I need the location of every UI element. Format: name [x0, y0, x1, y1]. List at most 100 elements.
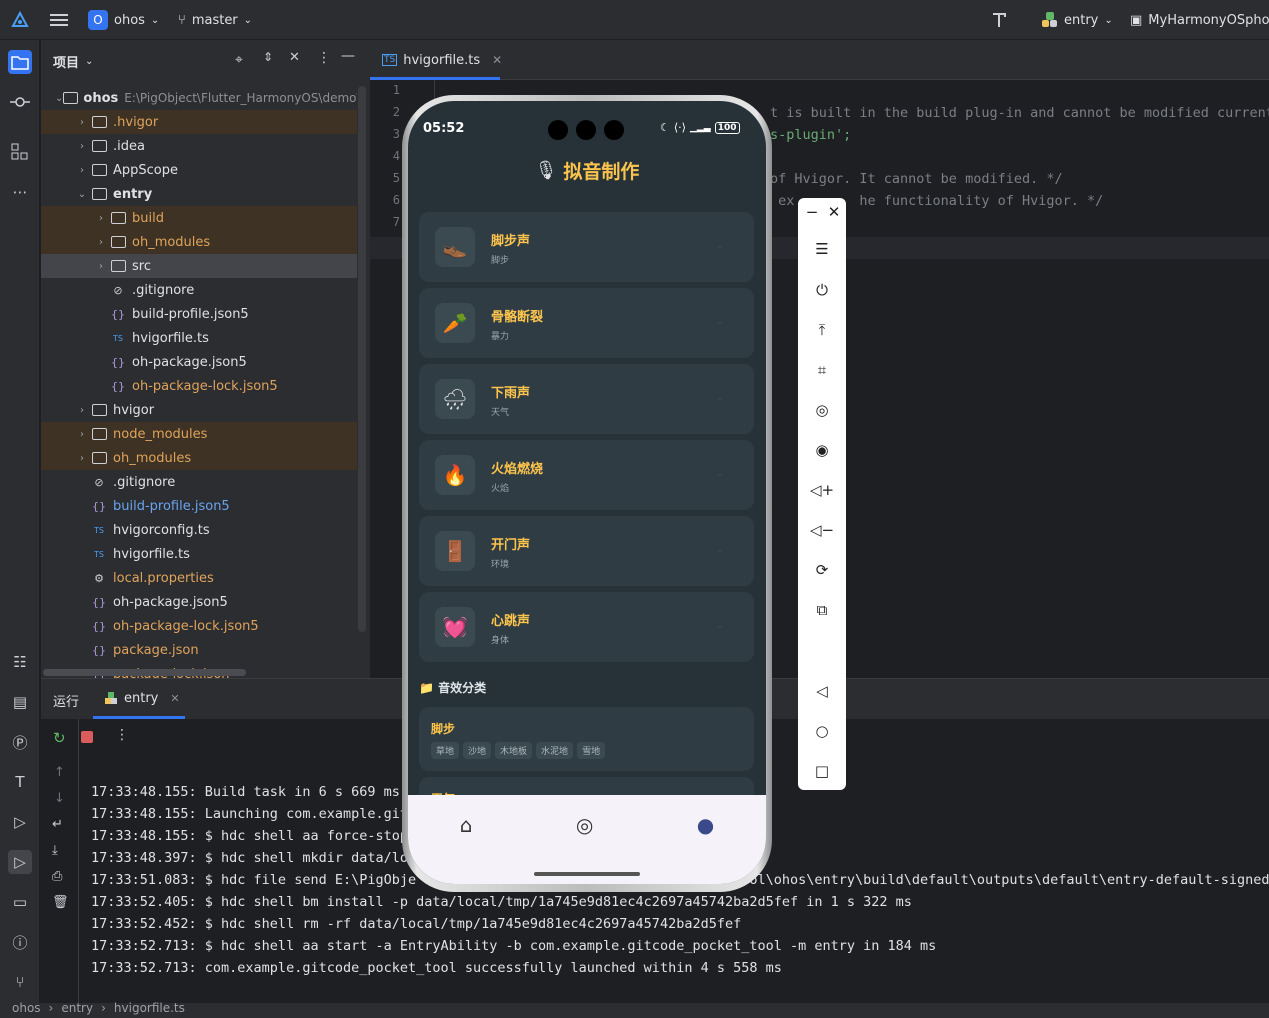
layout-icon[interactable]: ▤ [8, 690, 32, 714]
close-icon[interactable]: ✕ [492, 53, 502, 67]
nav-compass-icon[interactable]: ◎ [576, 813, 593, 837]
tree-item[interactable]: ⊘ .gitignore [41, 470, 357, 494]
tree-item[interactable]: › AppScope [41, 158, 357, 182]
tree-item[interactable]: › hvigor [41, 398, 357, 422]
branch-switcher[interactable]: ⑂ master ⌄ [178, 10, 252, 30]
project-switcher[interactable]: O ohos ⌄ [88, 10, 159, 30]
project-view-selector[interactable]: 项目 ⌄ [53, 52, 93, 71]
tree-item[interactable]: › oh_modules [41, 230, 357, 254]
breadcrumb-item[interactable]: entry [61, 1001, 93, 1015]
fold-icon[interactable]: ⧉ [810, 598, 834, 622]
run-config-selector[interactable]: entry ⌄ [1042, 10, 1113, 30]
run-tool-icon[interactable]: ▷ [8, 850, 32, 874]
stop-icon[interactable] [81, 731, 93, 743]
todo-icon[interactable]: ☷ [8, 650, 32, 674]
chevron-right-icon[interactable]: › [74, 165, 90, 176]
tree-item[interactable]: › build [41, 206, 357, 230]
hide-panel-icon[interactable]: — [341, 48, 355, 64]
breadcrumb-item[interactable]: hvigorfile.ts [114, 1001, 185, 1015]
collapse-all-icon[interactable]: ✕ [289, 50, 300, 65]
sound-card[interactable]: 🔥 火焰燃烧 火焰 ⌄ [419, 440, 754, 510]
upload-icon[interactable]: ⤒ [810, 318, 834, 342]
volume-down-icon[interactable]: ◁− [810, 518, 834, 542]
chevron-down-icon[interactable]: ⌄ [716, 392, 724, 403]
tree-item[interactable]: {} oh-package.json5 [41, 590, 357, 614]
tree-item[interactable]: TS hvigorfile.ts [41, 326, 357, 350]
sound-chip[interactable]: 草地 [431, 742, 460, 759]
volume-up-icon[interactable]: ◁+ [810, 478, 834, 502]
sound-chip[interactable]: 沙地 [463, 742, 492, 759]
services-icon[interactable]: ▷ [8, 810, 32, 834]
options-icon[interactable]: ⋮ [317, 50, 331, 66]
tree-item[interactable]: {} build-profile.json5 [41, 494, 357, 518]
breadcrumb-item[interactable]: ohos [12, 1001, 41, 1015]
tree-item[interactable]: ⚙ local.properties [41, 566, 357, 590]
chevron-right-icon[interactable]: › [74, 117, 90, 128]
project-folder-icon[interactable] [8, 50, 32, 74]
chevron-right-icon[interactable]: › [93, 261, 109, 272]
tree-item[interactable]: › node_modules [41, 422, 357, 446]
power-icon[interactable]: ⏻ [810, 278, 834, 302]
chevron-right-icon[interactable]: › [93, 237, 109, 248]
tree-item[interactable]: › .idea [41, 134, 357, 158]
chevron-right-icon[interactable]: › [74, 141, 90, 152]
sound-chip[interactable]: 木地板 [495, 742, 533, 759]
chevron-down-icon[interactable]: ⌄ [74, 189, 90, 200]
run-tab-entry[interactable]: entry ✕ [105, 691, 180, 706]
phone-screen[interactable]: 05:52 ☾ ⟨·⟩ ▁▂▃ 100 🎙 拟音制作 👞 脚步声 脚步 ⌄ 🥕 骨骼断裂暴… [408, 101, 766, 884]
sound-chip[interactable]: 雪地 [577, 742, 606, 759]
tree-item[interactable]: {} oh-package.json5 [41, 350, 357, 374]
trash-icon[interactable]: 🗑 [52, 895, 69, 910]
device-selector[interactable]: ▣ MyHarmonyOSphor [1130, 10, 1269, 30]
tree-item[interactable]: TS hvigorfile.ts [41, 542, 357, 566]
recents-icon[interactable]: □ [810, 759, 834, 783]
tree-item[interactable]: › .hvigor [41, 110, 357, 134]
build-tool-icon[interactable]: T [8, 770, 32, 794]
sound-card[interactable]: 🥕 骨骼断裂 暴力 ⌄ [419, 288, 754, 358]
category-card[interactable]: 脚步 草地 沙地 木地板 水泥地 雪地 [419, 707, 754, 771]
close-icon[interactable]: ✕ [170, 692, 179, 705]
soft-wrap-icon[interactable]: ↵ [52, 817, 63, 832]
crop-icon[interactable]: ⌗ [810, 358, 834, 382]
profiler-icon[interactable]: Ⓟ [8, 730, 32, 754]
record-icon[interactable]: ◉ [810, 438, 834, 462]
chevron-right-icon[interactable]: › [74, 453, 90, 464]
tree-horizontal-scrollbar[interactable] [43, 669, 246, 676]
rotate-icon[interactable]: ⟳ [810, 558, 834, 582]
locate-icon[interactable]: ⌖ [235, 52, 243, 68]
more-vertical-icon[interactable]: ⋮ [115, 727, 129, 743]
chevron-down-icon[interactable]: ⌄ [716, 240, 724, 251]
screenshot-icon[interactable]: ◎ [810, 398, 834, 422]
editor-tab-hvigorfile[interactable]: TS hvigorfile.ts ✕ [382, 50, 502, 70]
tree-item[interactable]: {} build-profile.json5 [41, 302, 357, 326]
arrow-up-icon[interactable]: ↑ [54, 765, 65, 780]
close-icon[interactable]: ✕ [822, 200, 846, 224]
chevron-down-icon[interactable]: ⌄ [716, 620, 724, 631]
minimize-icon[interactable]: − [800, 200, 824, 224]
print-icon[interactable]: ⎙ [52, 869, 62, 884]
app-logo-icon[interactable] [10, 10, 30, 30]
home-icon[interactable]: ○ [810, 719, 834, 743]
tree-item[interactable]: ⊘ .gitignore [41, 278, 357, 302]
sound-card[interactable]: 💓 心跳声 身体 ⌄ [419, 592, 754, 662]
git-icon[interactable]: ⑂ [8, 970, 32, 994]
chevron-right-icon[interactable]: › [93, 213, 109, 224]
tree-item[interactable]: › oh_modules [41, 446, 357, 470]
terminal-icon[interactable]: ▭ [8, 890, 32, 914]
rerun-icon[interactable]: ↻ [53, 729, 66, 747]
tree-item[interactable]: › src [41, 254, 357, 278]
back-icon[interactable]: ◁ [810, 679, 834, 703]
tree-item[interactable]: TS hvigorconfig.ts [41, 518, 357, 542]
build-icon[interactable] [990, 10, 1010, 30]
menu-icon[interactable]: ☰ [810, 237, 834, 261]
chevron-down-icon[interactable]: ⌄ [716, 468, 724, 479]
tree-item[interactable]: {} oh-package-lock.json5 [41, 374, 357, 398]
chevron-down-icon[interactable]: ⌄ [716, 544, 724, 555]
chevron-down-icon[interactable]: ⌄ [716, 316, 724, 327]
tree-item[interactable]: {} oh-package-lock.json5 [41, 614, 357, 638]
problems-icon[interactable]: ⓘ [8, 930, 32, 954]
sound-card[interactable]: 🚪 开门声 环境 ⌄ [419, 516, 754, 586]
sound-card[interactable]: 👞 脚步声 脚步 ⌄ [419, 212, 754, 282]
sound-card[interactable]: 🌧 下雨声 天气 ⌄ [419, 364, 754, 434]
tree-item[interactable]: {} package.json [41, 638, 357, 662]
